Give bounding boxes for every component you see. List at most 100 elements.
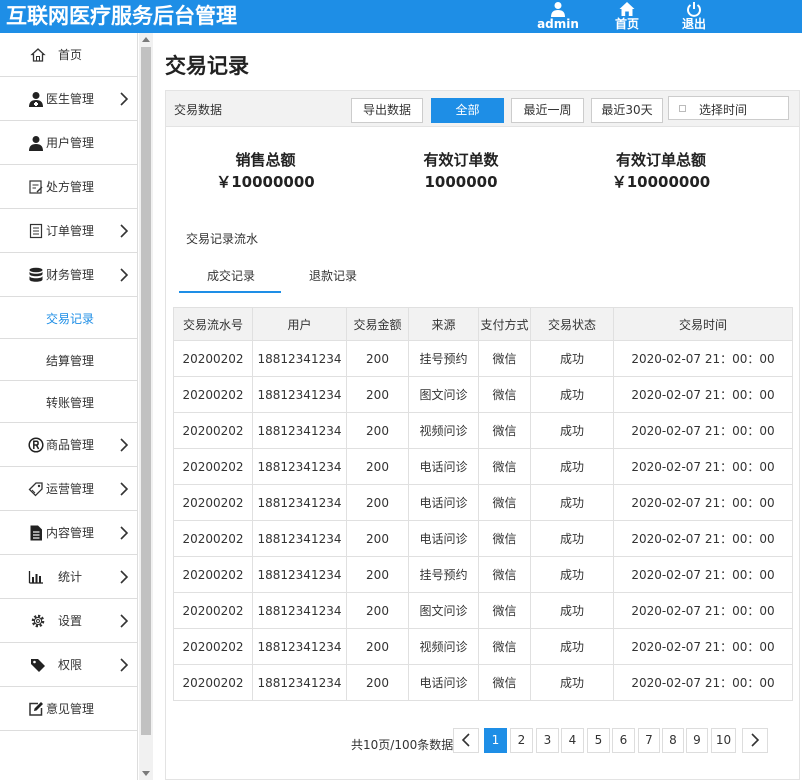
- user-icon: [533, 1, 583, 18]
- scrollbar-thumb[interactable]: [141, 47, 151, 735]
- sidebar-item-label: 商品管理: [46, 438, 95, 452]
- stat-value: 1000000: [424, 173, 498, 191]
- column-header: 交易金额: [346, 307, 409, 341]
- sidebar-subitem-transfer[interactable]: 转账管理: [0, 381, 137, 423]
- sidebar-item-home[interactable]: 首页: [0, 33, 137, 77]
- pagination-page-6[interactable]: 6: [612, 728, 635, 753]
- status-cell: 成功: [530, 592, 614, 629]
- source-cell: 电话问诊: [408, 520, 479, 557]
- sidebar-subitem-settlement[interactable]: 结算管理: [0, 339, 137, 381]
- sidebar-item-permissions[interactable]: 权限: [0, 643, 137, 687]
- amount-cell: 200: [346, 376, 409, 413]
- tab-refunds[interactable]: 退款记录: [309, 267, 357, 284]
- table-row: 20200202 18812341234 200 电话问诊 微信 成功 2020-02-07…: [173, 448, 793, 485]
- chevron-right-icon: [119, 223, 129, 239]
- amount-cell: 200: [346, 520, 409, 557]
- pagination-page-2[interactable]: 2: [510, 728, 533, 753]
- source-cell: 视频问诊: [408, 628, 479, 665]
- user-cell: 18812341234: [252, 520, 347, 557]
- sidebar-item-label: 财务管理: [46, 268, 95, 282]
- pagination-page-1[interactable]: 1: [484, 728, 507, 753]
- table-row: 20200202 18812341234 200 挂号预约 微信 成功 2020-02-07…: [173, 556, 793, 593]
- sidebar-item-doctors[interactable]: 医生管理: [0, 77, 137, 121]
- sidebar-item-content[interactable]: 内容管理: [0, 511, 137, 555]
- scroll-down-arrow-icon[interactable]: [142, 771, 150, 776]
- header-logout[interactable]: 退出: [669, 0, 719, 33]
- pagination-page-8[interactable]: 8: [662, 728, 684, 753]
- scroll-up-arrow-icon[interactable]: [142, 37, 150, 42]
- user-cell: 18812341234: [252, 484, 347, 521]
- chevron-right-icon: [119, 657, 129, 673]
- payment-cell: 微信: [478, 592, 531, 629]
- sidebar-item-label: 转账管理: [46, 396, 95, 410]
- pagination-page-7[interactable]: 7: [638, 728, 660, 753]
- filter-all-button[interactable]: 全部: [431, 98, 504, 123]
- sidebar: 首页 医生管理 用户管理 处方管理 订单管理 财务管理 交易记录 结算管理 转账…: [0, 33, 138, 780]
- sidebar-item-statistics[interactable]: 统计: [0, 555, 137, 599]
- pagination-page-4[interactable]: 4: [561, 728, 584, 753]
- header-home[interactable]: 首页: [602, 0, 652, 33]
- table-row: 20200202 18812341234 200 电话问诊 微信 成功 2020-02-07…: [173, 664, 793, 701]
- table-row: 20200202 18812341234 200 电话问诊 微信 成功 2020-02-07…: [173, 520, 793, 557]
- sidebar-item-orders[interactable]: 订单管理: [0, 209, 137, 253]
- gear-icon: [30, 613, 46, 629]
- source-cell: 电话问诊: [408, 448, 479, 485]
- sidebar-item-operations[interactable]: 运营管理: [0, 467, 137, 511]
- pagination-page-9[interactable]: 9: [686, 728, 708, 753]
- time-cell: 2020-02-07 21：00：00: [613, 484, 793, 521]
- sidebar-item-label: 结算管理: [46, 354, 95, 368]
- serial-cell: 20200202: [173, 628, 253, 665]
- status-cell: 成功: [530, 664, 614, 701]
- tab-completed[interactable]: 成交记录: [207, 267, 255, 284]
- source-cell: 视频问诊: [408, 412, 479, 449]
- pagination-prev-button[interactable]: [453, 728, 479, 753]
- date-picker-input[interactable]: 选择时间: [668, 96, 789, 120]
- payment-cell: 微信: [478, 628, 531, 665]
- stat-total-sales: 销售总额 ￥10000000: [208, 149, 323, 193]
- status-cell: 成功: [530, 520, 614, 557]
- tag-outline-icon: [28, 481, 44, 497]
- chevron-right-icon: [119, 437, 129, 453]
- sidebar-subitem-transactions[interactable]: 交易记录: [0, 297, 137, 339]
- time-cell: 2020-02-07 21：00：00: [613, 376, 793, 413]
- sidebar-item-products[interactable]: 商品管理: [0, 423, 137, 467]
- status-cell: 成功: [530, 412, 614, 449]
- pagination-page-10[interactable]: 10: [711, 728, 736, 753]
- payment-cell: 微信: [478, 448, 531, 485]
- table-header-row: 交易流水号 用户 交易金额 来源 支付方式 交易状态 交易时间: [173, 307, 793, 341]
- serial-cell: 20200202: [173, 556, 253, 593]
- stat-value: ￥10000000: [611, 173, 711, 191]
- table-row: 20200202 18812341234 200 视频问诊 微信 成功 2020-02-07…: [173, 628, 793, 665]
- sidebar-scrollbar[interactable]: [139, 33, 153, 780]
- sidebar-item-label: 意见管理: [46, 702, 95, 716]
- sidebar-item-settings[interactable]: 设置: [0, 599, 137, 643]
- document-icon: [28, 525, 44, 541]
- sidebar-item-finance[interactable]: 财务管理: [0, 253, 137, 297]
- chevron-right-icon: [119, 267, 129, 283]
- stat-label: 有效订单数: [423, 151, 499, 169]
- filter-last-week-button[interactable]: 最近一周: [511, 98, 584, 123]
- user-cell: 18812341234: [252, 376, 347, 413]
- power-icon: [669, 1, 719, 18]
- amount-cell: 200: [346, 628, 409, 665]
- active-tab-indicator: [179, 291, 281, 293]
- filter-last-30-days-button[interactable]: 最近30天: [591, 98, 663, 123]
- sidebar-item-feedback[interactable]: 意见管理: [0, 687, 137, 731]
- status-cell: 成功: [530, 484, 614, 521]
- sidebar-item-label: 内容管理: [46, 526, 95, 540]
- doctor-icon: [28, 91, 44, 107]
- status-cell: 成功: [530, 376, 614, 413]
- sidebar-item-prescriptions[interactable]: 处方管理: [0, 165, 137, 209]
- sidebar-item-label: 设置: [58, 614, 83, 628]
- table-row: 20200202 18812341234 200 图文问诊 微信 成功 2020-02-07…: [173, 376, 793, 413]
- pagination-next-button[interactable]: [742, 728, 768, 753]
- amount-cell: 200: [346, 592, 409, 629]
- pagination-page-5[interactable]: 5: [587, 728, 610, 753]
- pagination-page-3[interactable]: 3: [536, 728, 559, 753]
- page-title: 交易记录: [165, 54, 249, 78]
- export-data-button[interactable]: 导出数据: [351, 98, 423, 123]
- header-admin[interactable]: admin: [533, 0, 583, 33]
- amount-cell: 200: [346, 484, 409, 521]
- sidebar-item-users[interactable]: 用户管理: [0, 121, 137, 165]
- time-cell: 2020-02-07 21：00：00: [613, 340, 793, 377]
